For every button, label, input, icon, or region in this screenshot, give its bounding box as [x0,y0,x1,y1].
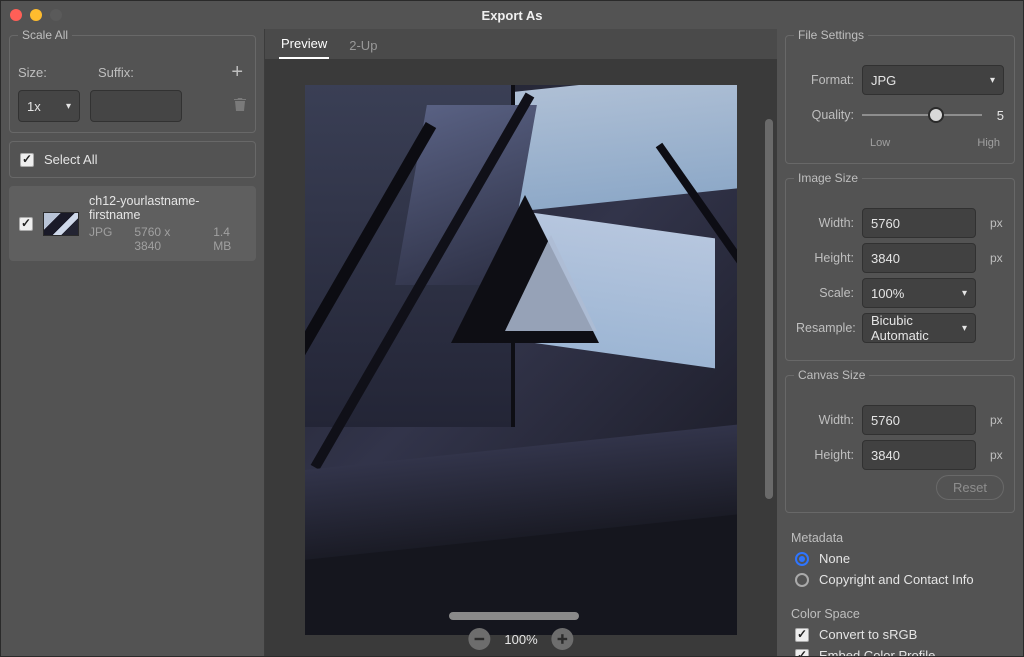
convert-srgb-row[interactable]: Convert to sRGB [795,627,1005,642]
unit-px: px [990,216,1004,230]
horizontal-scrollbar[interactable] [449,612,579,620]
metadata-legend: Metadata [791,531,1009,545]
vertical-scrollbar[interactable] [765,119,773,499]
asset-meta: ch12-yourlastname-firstname JPG 5760 x 3… [89,194,246,253]
close-icon[interactable] [10,9,22,21]
convert-srgb-label: Convert to sRGB [819,627,917,642]
unit-px: px [990,413,1004,427]
file-settings-group: File Settings Format: JPG ▾ Quality: 5 L… [785,35,1015,164]
canvas-size-legend: Canvas Size [794,368,869,382]
zoom-in-button[interactable] [552,628,574,650]
image-size-legend: Image Size [794,171,862,185]
tab-2up[interactable]: 2-Up [347,32,379,59]
embed-profile-label: Embed Color Profile [819,648,935,656]
convert-srgb-checkbox[interactable] [795,628,809,642]
quality-low-label: Low [870,137,890,149]
format-label: Format: [796,73,854,87]
color-space-legend: Color Space [791,607,1009,621]
select-all-checkbox[interactable] [20,153,34,167]
preview-tabs: Preview 2-Up [265,29,777,59]
img-width-field[interactable]: 5760 [862,208,976,238]
chevron-down-icon: ▾ [962,288,967,299]
img-height-field[interactable]: 3840 [862,243,976,273]
zoom-out-button[interactable] [468,628,490,650]
reset-button[interactable]: Reset [936,475,1004,500]
img-height-value: 3840 [871,251,900,266]
canvas-size-group: Canvas Size Width: 5760 px Height: 3840 … [785,375,1015,513]
unit-px: px [990,448,1004,462]
suffix-input[interactable] [90,90,182,122]
embed-profile-checkbox[interactable] [795,649,809,657]
asset-name: ch12-yourlastname-firstname [89,194,246,222]
add-scale-button[interactable]: + [227,62,247,82]
zoom-controls: 100% [468,628,573,650]
metadata-copyright-label: Copyright and Contact Info [819,572,974,587]
trash-icon [233,96,247,117]
chevron-down-icon: ▾ [962,323,967,334]
canvas-width-label: Width: [796,413,854,427]
size-label: Size: [18,65,64,80]
chevron-down-icon: ▾ [990,75,995,86]
slider-thumb[interactable] [928,107,944,123]
asset-checkbox[interactable] [19,217,33,231]
asset-dimensions: 5760 x 3840 [134,225,191,253]
canvas-height-value: 3840 [871,448,900,463]
file-settings-legend: File Settings [794,29,868,42]
image-size-group: Image Size Width: 5760 px Height: 3840 p… [785,178,1015,361]
right-panel: File Settings Format: JPG ▾ Quality: 5 L… [777,29,1023,656]
preview-panel: Preview 2-Up 100% [265,29,777,656]
canvas-height-label: Height: [796,448,854,462]
size-dropdown[interactable]: 1x ▾ [18,90,80,122]
img-scale-value: 100% [871,286,904,301]
titlebar: Export As [1,1,1023,29]
metadata-none-label: None [819,551,850,566]
quality-value: 5 [990,108,1004,123]
metadata-none-row[interactable]: None [795,551,1005,566]
quality-slider[interactable] [862,100,982,130]
maximize-icon [50,9,62,21]
size-value: 1x [27,99,41,114]
metadata-copyright-row[interactable]: Copyright and Contact Info [795,572,1005,587]
tab-preview[interactable]: Preview [279,30,329,59]
metadata-copyright-radio[interactable] [795,573,809,587]
format-value: JPG [871,73,896,88]
quality-high-label: High [977,137,1000,149]
asset-thumbnail [43,212,79,236]
asset-format: JPG [89,225,112,253]
unit-px: px [990,251,1004,265]
resample-label: Resample: [796,321,854,335]
img-scale-label: Scale: [796,286,854,300]
format-dropdown[interactable]: JPG ▾ [862,65,1004,95]
asset-row[interactable]: ch12-yourlastname-firstname JPG 5760 x 3… [9,186,256,261]
canvas-width-value: 5760 [871,413,900,428]
left-panel: Scale All Size: Suffix: + 1x ▾ Select Al… [1,29,265,656]
color-space-group: Color Space Convert to sRGB Embed Color … [785,601,1015,656]
metadata-group: Metadata None Copyright and Contact Info [785,525,1015,593]
minimize-icon[interactable] [30,9,42,21]
suffix-label: Suffix: [98,65,134,80]
img-width-value: 5760 [871,216,900,231]
asset-filesize: 1.4 MB [213,225,246,253]
canvas-height-field[interactable]: 3840 [862,440,976,470]
zoom-level: 100% [504,632,537,647]
resample-value: Bicubic Automatic [871,313,962,343]
window-title: Export As [1,8,1023,23]
quality-label: Quality: [796,108,854,122]
embed-profile-row[interactable]: Embed Color Profile [795,648,1005,656]
metadata-none-radio[interactable] [795,552,809,566]
img-scale-dropdown[interactable]: 100% ▾ [862,278,976,308]
img-width-label: Width: [796,216,854,230]
select-all-row[interactable]: Select All [9,141,256,178]
resample-dropdown[interactable]: Bicubic Automatic ▾ [862,313,976,343]
canvas-width-field[interactable]: 5760 [862,405,976,435]
chevron-down-icon: ▾ [66,101,71,112]
select-all-label: Select All [44,152,97,167]
scale-all-group: Scale All Size: Suffix: + 1x ▾ [9,35,256,133]
preview-viewport[interactable]: 100% [265,59,777,656]
traffic-lights [10,9,62,21]
scale-all-legend: Scale All [18,29,72,42]
preview-image [305,85,737,635]
img-height-label: Height: [796,251,854,265]
